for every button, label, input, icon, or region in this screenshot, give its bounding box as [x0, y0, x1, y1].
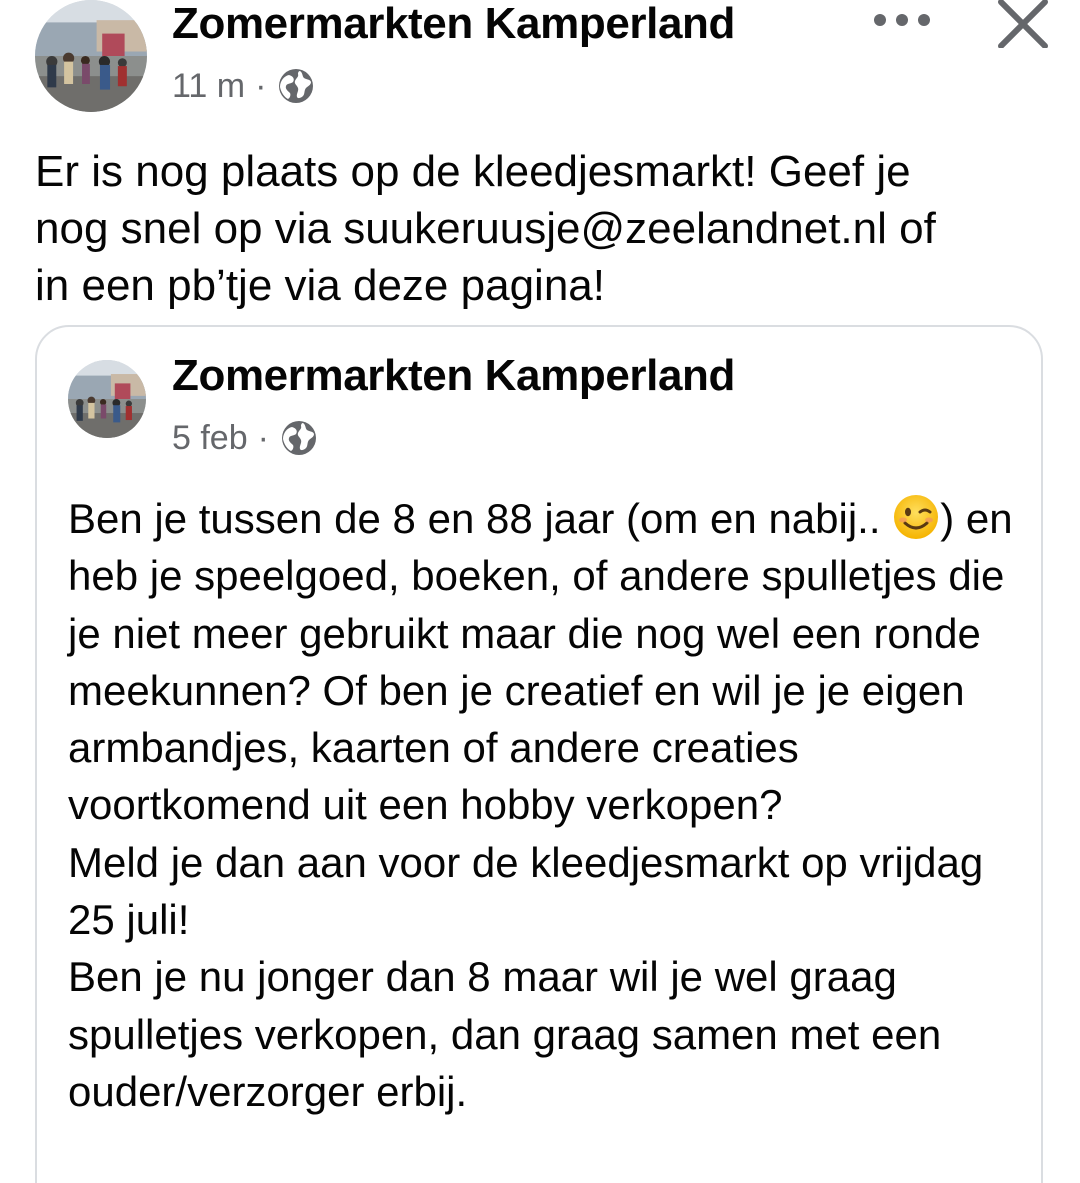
shared-post-meta: 5 feb · [172, 418, 319, 458]
post-text: Er is nog plaats op de kleedjesmarkt! Ge… [35, 147, 936, 310]
close-icon[interactable] [996, 0, 1050, 49]
shared-text-after-emoji: ) en heb je speelgoed, boeken, of andere… [68, 495, 1013, 829]
post-time[interactable]: 11 m [172, 67, 245, 106]
shared-post-time[interactable]: 5 feb [172, 419, 248, 458]
shared-text-paragraph-2: Meld je dan aan voor de kleedjesmarkt op… [68, 838, 984, 944]
facebook-post-view: Zomermarkten Kamperland 11 m · Er is nog… [0, 0, 1080, 1183]
globe-icon [279, 418, 319, 458]
shared-text-paragraph-3: Ben je nu jonger dan 8 maar wil je wel g… [68, 953, 942, 1115]
shared-page-name[interactable]: Zomermarkten Kamperland [172, 351, 735, 401]
shared-page-avatar[interactable] [68, 360, 146, 438]
page-avatar[interactable] [35, 0, 147, 112]
post-meta: 11 m · [172, 66, 316, 106]
shared-text-line-1: Ben je tussen de 8 en 88 jaar (om en nab… [68, 495, 881, 542]
meta-separator: · [255, 66, 267, 105]
globe-icon [276, 66, 316, 106]
more-horizontal-icon[interactable] [870, 6, 934, 34]
meta-separator: · [257, 418, 269, 457]
shared-text-paragraph-1: Ben je tussen de 8 en 88 jaar (om en nab… [68, 490, 1028, 834]
shared-post-text: Ben je tussen de 8 en 88 jaar (om en nab… [68, 490, 1028, 1120]
winking-face-emoji-icon [892, 493, 940, 541]
page-name[interactable]: Zomermarkten Kamperland [172, 0, 735, 49]
